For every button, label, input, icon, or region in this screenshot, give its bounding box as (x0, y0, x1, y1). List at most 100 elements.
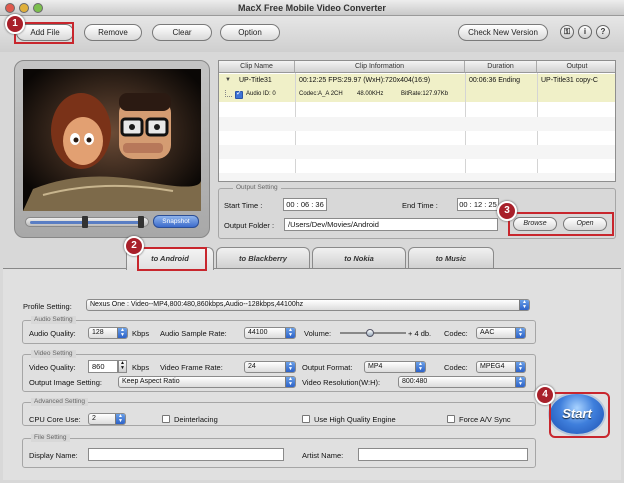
profile-select[interactable]: Nexus One : Video--MP4,800:480,860kbps,A… (86, 299, 530, 311)
tree-connector (225, 90, 232, 97)
output-format-value: MP4 (368, 363, 383, 370)
profile-setting-label: Profile Setting: (23, 302, 72, 311)
artist-name-field[interactable] (358, 448, 528, 461)
callout-box-start (549, 392, 610, 438)
table-row (219, 173, 615, 181)
video-quality-label: Video Quality: (29, 363, 76, 372)
force-av-sync-label: Force A/V Sync (459, 415, 511, 424)
output-image-setting-select[interactable]: Keep Aspect Ratio ▲ ▼ (118, 376, 296, 388)
toolbar: Add File Remove Clear Option Check New V… (0, 16, 624, 52)
video-frame-rate-select[interactable]: 24 ▲ ▼ (244, 361, 296, 373)
callout-number-4: 4 (535, 385, 555, 405)
playback-end-handle[interactable] (138, 216, 144, 228)
audio-quality-select[interactable]: 128 ▲ ▼ (88, 327, 128, 339)
callout-number-2: 2 (124, 236, 144, 256)
high-quality-engine-label: Use High Quality Engine (314, 415, 396, 424)
audio-quality-label: Audio Quality: (29, 329, 76, 338)
advanced-setting-legend: Advanced Setting (31, 398, 88, 406)
chevron-updown-icon: ▲ ▼ (285, 362, 295, 372)
snapshot-button[interactable]: Snapshot (153, 215, 199, 228)
volume-handle[interactable] (366, 329, 374, 337)
video-codec-value: MPEG4 (480, 363, 505, 370)
volume-slider[interactable] (340, 329, 406, 338)
volume-label: Volume: (304, 329, 332, 338)
close-window-icon[interactable] (5, 3, 15, 13)
minimize-window-icon[interactable] (19, 3, 29, 13)
tab-to-music[interactable]: to Music (408, 247, 494, 269)
lock-icon[interactable]: ⚿ (560, 25, 574, 39)
callout-box-browse-open (508, 212, 614, 236)
audio-track-checkbox[interactable]: ✓ (235, 90, 243, 99)
option-button[interactable]: Option (220, 24, 280, 41)
chevron-updown-icon: ▲ ▼ (515, 328, 525, 338)
video-quality-stepper[interactable]: ▲ ▼ (118, 360, 127, 373)
profile-value: Nexus One : Video--MP4,800:480,860kbps,A… (90, 301, 304, 308)
video-setting-legend: Video Setting (31, 350, 76, 358)
output-folder-field[interactable]: /Users/Dev/Movies/Android (284, 218, 498, 231)
audio-sample-rate-label: Audio Sample Rate: (160, 329, 227, 338)
output-folder-label: Output Folder : (224, 221, 275, 230)
audio-codec-select[interactable]: AAC ▲ ▼ (476, 327, 526, 339)
video-kbps-label: Kbps (132, 363, 150, 372)
clip-output: UP-Title31 copy-C (541, 77, 598, 84)
column-clip-name[interactable]: Clip Name (219, 61, 295, 73)
playback-handle[interactable] (82, 216, 88, 228)
collapse-triangle-icon[interactable]: ▼ (225, 77, 231, 83)
volume-value: + 4 db. (408, 329, 432, 338)
file-setting-legend: File Setting (31, 434, 70, 442)
cpu-core-use-value: 2 (92, 415, 96, 422)
checkmark-icon: ✓ (236, 90, 242, 97)
cpu-core-use-select[interactable]: 2 ▲ ▼ (88, 413, 126, 425)
display-name-label: Display Name: (29, 451, 78, 460)
output-format-label: Output Format: (302, 363, 353, 372)
start-time-label: Start Time : (224, 201, 263, 210)
check-new-version-button[interactable]: Check New Version (458, 24, 548, 41)
video-frame-image (23, 69, 201, 211)
video-resolution-label: Video Resolution(W:H): (302, 378, 381, 387)
playback-slider[interactable] (25, 216, 149, 228)
audio-bitrate: BitRate:127.97Kb (401, 91, 449, 97)
video-codec-label: Codec: (444, 363, 468, 372)
start-time-field[interactable]: 00 : 06 : 36 (283, 198, 327, 211)
info-icon[interactable]: i (578, 25, 592, 39)
audio-codec: Codec:A_A 2CH (299, 91, 343, 97)
chevron-updown-icon: ▲ ▼ (285, 328, 295, 338)
deinterlacing-label: Deinterlacing (174, 415, 218, 424)
cpu-core-use-label: CPU Core Use: (29, 415, 81, 424)
audio-codec-value: AAC (480, 329, 495, 336)
end-time-label: End Time : (402, 201, 438, 210)
artist-name-label: Artist Name: (302, 451, 344, 460)
output-format-select[interactable]: MP4 ▲ ▼ (364, 361, 426, 373)
zoom-window-icon[interactable] (33, 3, 43, 13)
chevron-updown-icon: ▲ ▼ (515, 377, 525, 387)
column-duration[interactable]: Duration (465, 61, 537, 73)
window-title: MacX Free Mobile Video Converter (238, 3, 386, 13)
output-image-setting-label: Output Image Setting: (29, 378, 102, 387)
chevron-updown-icon: ▲ ▼ (117, 328, 127, 338)
column-output[interactable]: Output (537, 61, 615, 73)
video-resolution-select[interactable]: 800:480 ▲ ▼ (398, 376, 526, 388)
help-icon[interactable]: ? (596, 25, 610, 39)
preview-panel: Snapshot (14, 60, 210, 238)
tab-to-nokia[interactable]: to Nokia (312, 247, 406, 269)
video-quality-field[interactable]: 860 (88, 360, 118, 373)
clip-duration: 00:06:36 Ending (469, 77, 520, 84)
audio-sample-rate-select[interactable]: 44100 ▲ ▼ (244, 327, 296, 339)
video-codec-select[interactable]: MPEG4 ▲ ▼ (476, 361, 526, 373)
chevron-updown-icon: ▲ ▼ (115, 414, 125, 424)
end-time-field[interactable]: 00 : 12 : 25 (457, 198, 499, 211)
audio-quality-value: 128 (92, 329, 104, 336)
display-name-field[interactable] (88, 448, 284, 461)
tab-to-blackberry[interactable]: to Blackberry (216, 247, 310, 269)
callout-number-3: 3 (497, 201, 517, 221)
clear-button[interactable]: Clear (152, 24, 212, 41)
chevron-updown-icon: ▲ ▼ (415, 362, 425, 372)
column-clip-information[interactable]: Clip Information (295, 61, 465, 73)
audio-track-label: Audio ID: 0 (246, 91, 276, 97)
table-row (219, 145, 615, 159)
high-quality-engine-checkbox[interactable] (302, 415, 310, 423)
remove-button[interactable]: Remove (84, 24, 142, 41)
table-row (219, 117, 615, 131)
force-av-sync-checkbox[interactable] (447, 415, 455, 423)
deinterlacing-checkbox[interactable] (162, 415, 170, 423)
